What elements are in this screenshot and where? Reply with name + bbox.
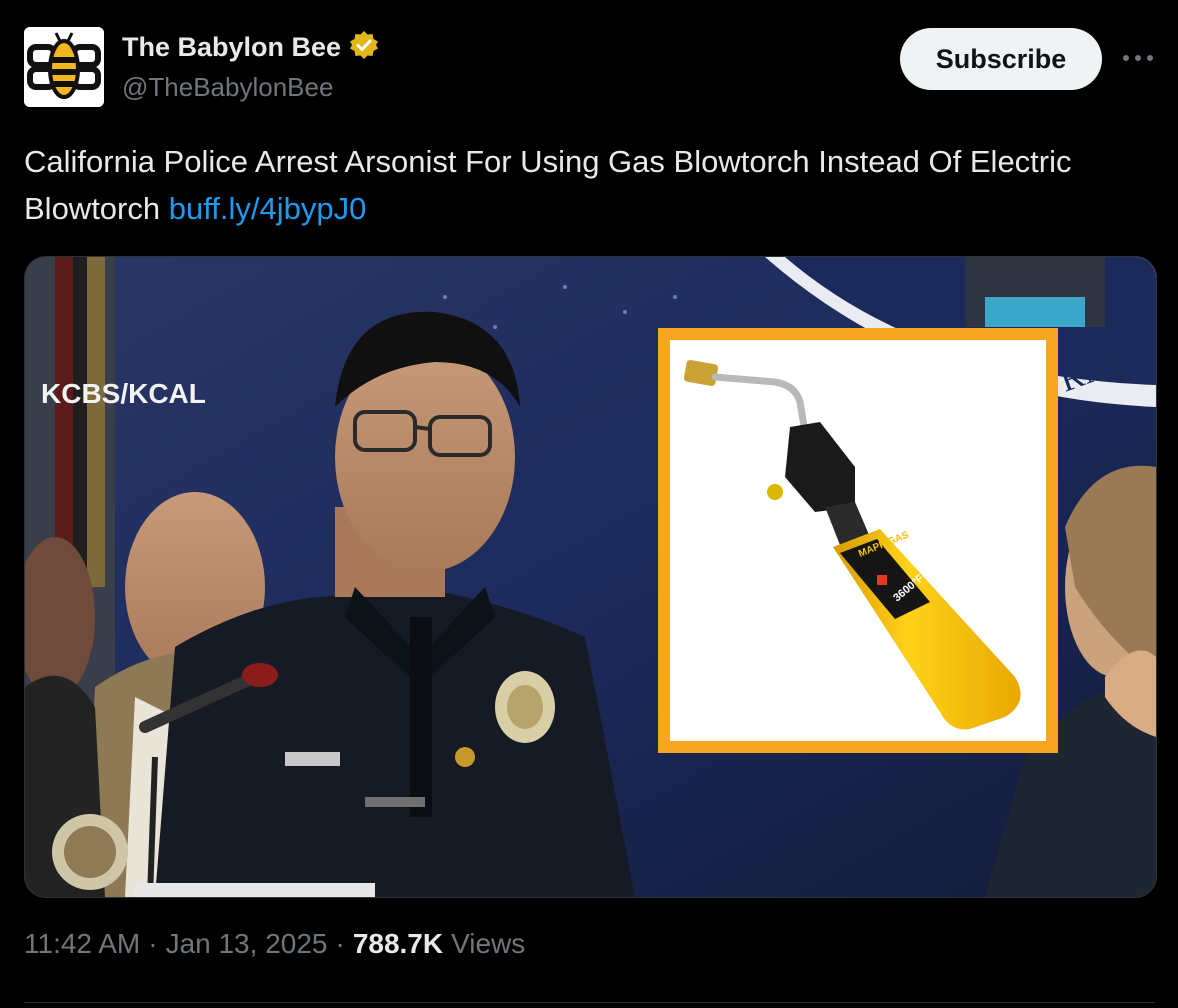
babylon-bee-logo-icon <box>24 27 104 107</box>
subscribe-button[interactable]: Subscribe <box>900 28 1102 90</box>
more-icon[interactable] <box>1118 42 1158 74</box>
meta-separator: · <box>335 928 345 959</box>
media-image: RNIA MAPP GAS 3600°F KCBS/KCAL <box>25 257 1156 897</box>
views-label: Views <box>451 928 526 959</box>
tweet-text: California Police Arrest Arsonist For Us… <box>24 138 1144 232</box>
tweet-link[interactable]: buff.ly/4jbypJ0 <box>169 191 367 226</box>
media-watermark: KCBS/KCAL <box>41 378 206 409</box>
verified-badge-icon[interactable] <box>349 30 379 65</box>
name-row: The Babylon Bee <box>122 30 379 64</box>
tweet-container: The Babylon Bee @TheBabylonBee Subscribe… <box>0 0 1178 1008</box>
views-count: 788.7K <box>352 928 444 959</box>
display-name[interactable]: The Babylon Bee <box>122 32 341 63</box>
avatar[interactable] <box>24 27 104 107</box>
tweet-meta: 11:42 AM · Jan 13, 2025 · 788.7K Views <box>24 928 525 960</box>
divider <box>24 1002 1155 1003</box>
tweet-media[interactable]: RNIA MAPP GAS 3600°F KCBS/KCAL <box>24 256 1157 898</box>
tweet-time[interactable]: 11:42 AM <box>24 928 140 960</box>
tweet-date[interactable]: Jan 13, 2025 <box>166 928 328 960</box>
meta-separator: · <box>148 928 158 959</box>
handle[interactable]: @TheBabylonBee <box>122 72 333 103</box>
